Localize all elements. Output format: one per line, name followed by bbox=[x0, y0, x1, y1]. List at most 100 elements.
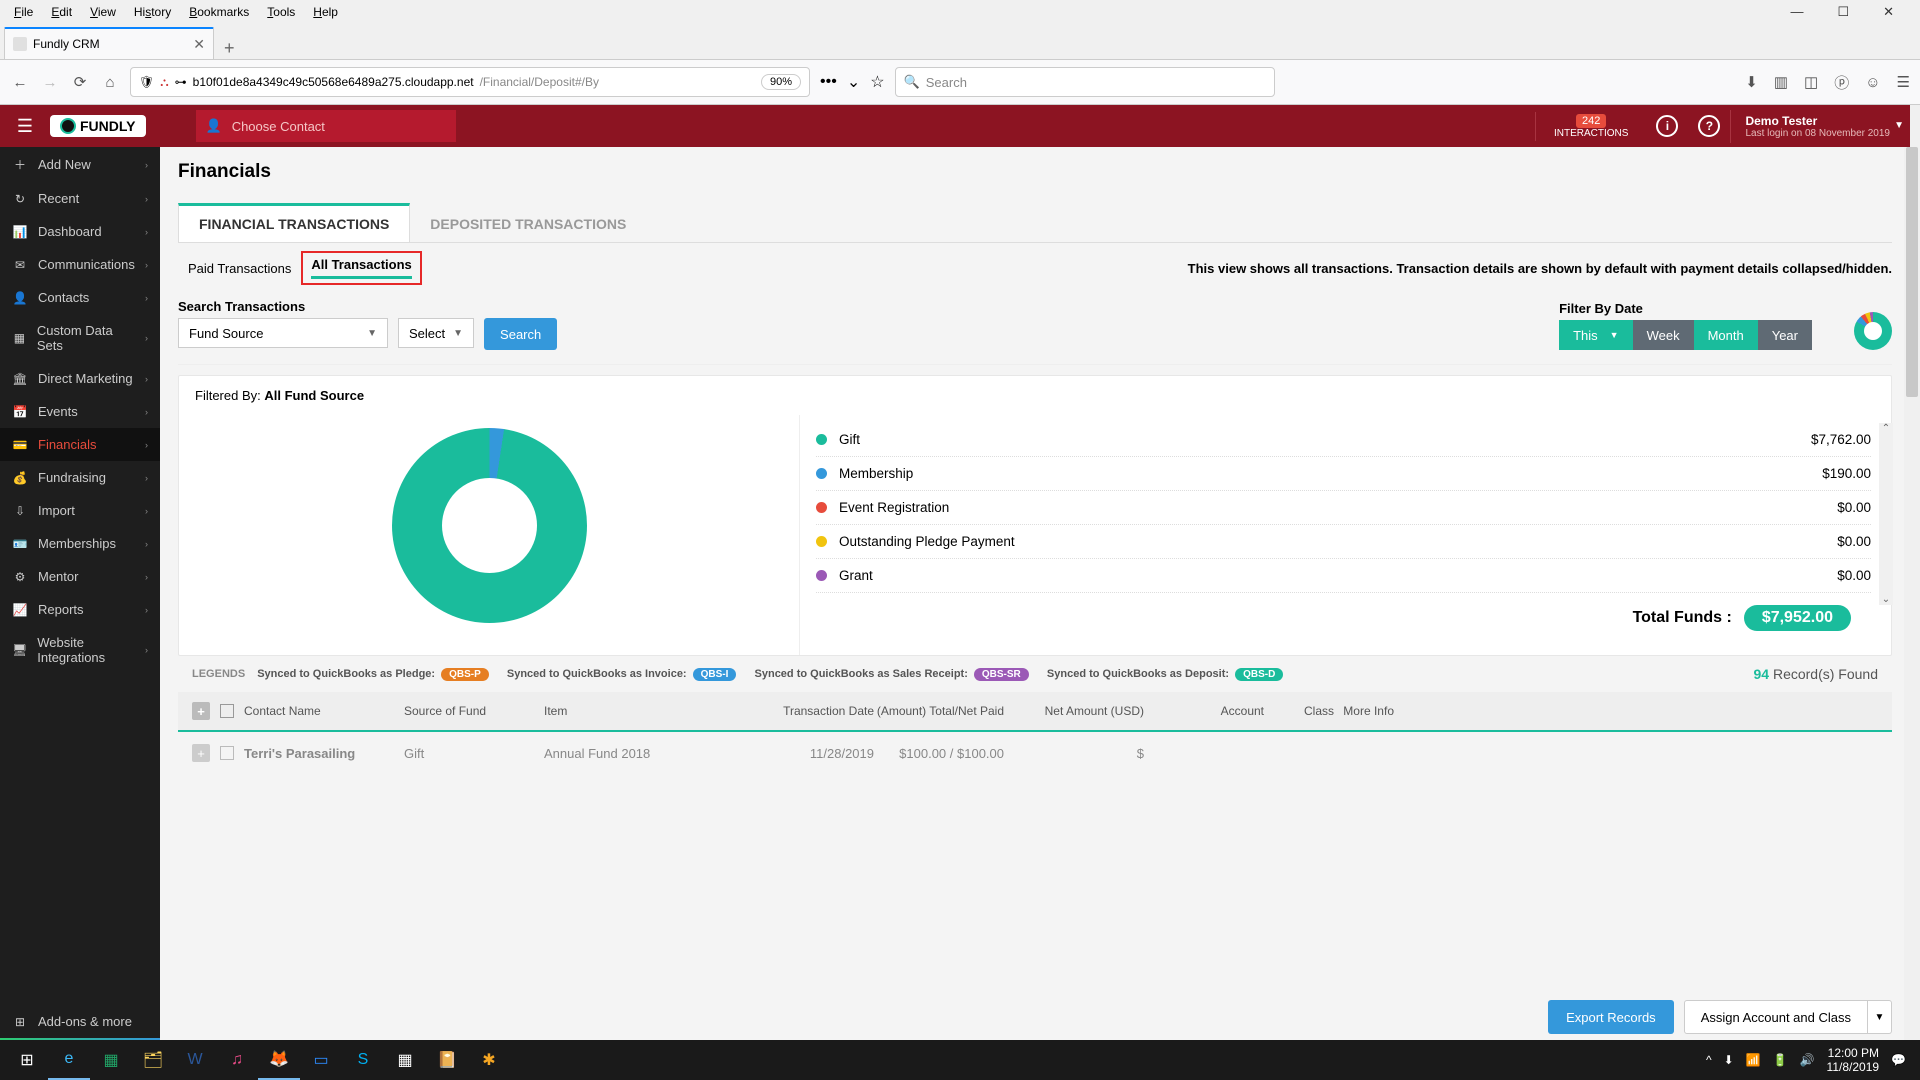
info-button[interactable]: i bbox=[1656, 115, 1678, 137]
col-more[interactable]: More Info bbox=[1334, 704, 1394, 718]
col-acct[interactable]: Account bbox=[1144, 704, 1264, 718]
home-button[interactable]: ⌂ bbox=[100, 74, 120, 91]
tray-wifi-icon[interactable]: 📶 bbox=[1746, 1053, 1761, 1067]
col-source[interactable]: Source of Fund bbox=[404, 704, 544, 718]
tab-close-icon[interactable]: ✕ bbox=[193, 36, 205, 53]
tab-deposited-transactions[interactable]: DEPOSITED TRANSACTIONS bbox=[410, 203, 646, 242]
menu-edit[interactable]: Edit bbox=[43, 3, 80, 21]
legend-row[interactable]: Outstanding Pledge Payment$0.00 bbox=[816, 525, 1871, 559]
new-tab-button[interactable]: + bbox=[214, 38, 245, 59]
sidebar-addons[interactable]: ⊞ Add-ons & more bbox=[0, 1005, 160, 1038]
sidebar-item-add-new[interactable]: ＋Add New› bbox=[0, 147, 160, 182]
page-scrollbar[interactable] bbox=[1904, 147, 1920, 1040]
sidebar-item-reports[interactable]: 📈Reports› bbox=[0, 593, 160, 626]
back-button[interactable]: ← bbox=[10, 74, 30, 91]
sidebar-icon[interactable]: ◫ bbox=[1804, 73, 1818, 91]
sidebar-item-import[interactable]: ⇩Import› bbox=[0, 494, 160, 527]
legend-row[interactable]: Grant$0.00 bbox=[816, 559, 1871, 593]
account-icon[interactable]: ☺ bbox=[1865, 74, 1880, 91]
sidebar-item-financials[interactable]: 💳Financials› bbox=[0, 428, 160, 461]
sidebar-item-memberships[interactable]: 🪪Memberships› bbox=[0, 527, 160, 560]
sidebar-item-dashboard[interactable]: 📊Dashboard› bbox=[0, 215, 160, 248]
legend-scrollbar[interactable]: ⌃⌄ bbox=[1879, 423, 1893, 605]
browser-tab[interactable]: Fundly CRM ✕ bbox=[4, 27, 214, 59]
select-all-checkbox[interactable] bbox=[220, 704, 234, 718]
legend-row[interactable]: Event Registration$0.00 bbox=[816, 491, 1871, 525]
tray-chevron-icon[interactable]: ^ bbox=[1706, 1053, 1712, 1067]
sidebar-item-custom-data-sets[interactable]: ▦Custom Data Sets› bbox=[0, 314, 160, 362]
date-week[interactable]: Week bbox=[1633, 320, 1694, 350]
expand-row-button[interactable]: + bbox=[192, 744, 210, 762]
taskbar-app[interactable]: ✱ bbox=[468, 1040, 510, 1080]
taskbar-calculator[interactable]: ▦ bbox=[384, 1040, 426, 1080]
sidebar-item-contacts[interactable]: 👤Contacts› bbox=[0, 281, 160, 314]
menu-tools[interactable]: Tools bbox=[259, 3, 303, 21]
date-month[interactable]: Month bbox=[1694, 320, 1758, 350]
sidebar-item-communications[interactable]: ✉Communications› bbox=[0, 248, 160, 281]
col-net[interactable]: Net Amount (USD) bbox=[1004, 704, 1144, 718]
col-item[interactable]: Item bbox=[544, 704, 744, 718]
window-close[interactable]: ✕ bbox=[1875, 2, 1902, 22]
downloads-icon[interactable]: ⬇ bbox=[1745, 73, 1758, 91]
start-button[interactable]: ⊞ bbox=[6, 1040, 48, 1080]
donut-chart[interactable] bbox=[392, 428, 587, 623]
mini-donut-chart[interactable] bbox=[1854, 312, 1892, 350]
url-bar[interactable]: 🛡 ⛬ ⊶ b10f01de8a4349c49c50568e6489a275.c… bbox=[130, 67, 810, 97]
taskbar-edge[interactable]: e bbox=[48, 1040, 90, 1080]
tray-dropbox-icon[interactable]: ⬇ bbox=[1724, 1053, 1734, 1067]
taskbar-notes[interactable]: 📔 bbox=[426, 1040, 468, 1080]
col-tdate[interactable]: Transaction Date bbox=[744, 704, 874, 718]
subtab-paid-transactions[interactable]: Paid Transactions bbox=[178, 255, 301, 282]
table-row[interactable]: + Terri's Parasailing Gift Annual Fund 2… bbox=[178, 730, 1892, 774]
help-button[interactable]: ? bbox=[1698, 115, 1720, 137]
export-records-button[interactable]: Export Records bbox=[1548, 1000, 1674, 1034]
app-logo[interactable]: FUNDLY bbox=[50, 115, 146, 137]
menu-help[interactable]: Help bbox=[305, 3, 346, 21]
legend-row[interactable]: Membership$190.00 bbox=[816, 457, 1871, 491]
menu-history[interactable]: History bbox=[126, 3, 179, 21]
tray-volume-icon[interactable]: 🔊 bbox=[1800, 1053, 1815, 1067]
taskbar-excel[interactable]: ▦ bbox=[90, 1040, 132, 1080]
library-icon[interactable]: ▥ bbox=[1774, 73, 1788, 91]
sidebar-item-mentor[interactable]: ⚙Mentor› bbox=[0, 560, 160, 593]
taskbar-zoom[interactable]: ▭ bbox=[300, 1040, 342, 1080]
subtab-all-transactions[interactable]: All Transactions bbox=[301, 251, 421, 285]
col-contact[interactable]: Contact Name bbox=[244, 704, 404, 718]
taskbar-word[interactable]: W bbox=[174, 1040, 216, 1080]
tab-financial-transactions[interactable]: FINANCIAL TRANSACTIONS bbox=[178, 203, 410, 242]
menu-bookmarks[interactable]: Bookmarks bbox=[181, 3, 257, 21]
pinterest-icon[interactable]: ⓟ bbox=[1834, 72, 1849, 93]
forward-button[interactable]: → bbox=[40, 74, 60, 91]
row-checkbox[interactable] bbox=[220, 746, 234, 760]
sidebar-item-fundraising[interactable]: 💰Fundraising› bbox=[0, 461, 160, 494]
legend-row[interactable]: Gift$7,762.00 bbox=[816, 423, 1871, 457]
assign-dropdown-caret[interactable]: ▼ bbox=[1868, 1000, 1892, 1034]
search-button[interactable]: Search bbox=[484, 318, 557, 350]
taskbar-itunes[interactable]: ♫ bbox=[216, 1040, 258, 1080]
zoom-indicator[interactable]: 90% bbox=[761, 74, 801, 90]
bookmark-star-icon[interactable]: ☆ bbox=[870, 72, 884, 92]
sidebar-item-direct-marketing[interactable]: 🏛Direct Marketing› bbox=[0, 362, 160, 395]
menu-file[interactable]: File bbox=[6, 3, 41, 21]
system-clock[interactable]: 12:00 PM 11/8/2019 bbox=[1827, 1046, 1880, 1075]
date-this-dropdown[interactable]: This▼ bbox=[1559, 320, 1632, 350]
taskbar-skype[interactable]: S bbox=[342, 1040, 384, 1080]
interactions-counter[interactable]: 242 INTERACTIONS bbox=[1535, 112, 1646, 141]
app-menu-toggle[interactable]: ☰ bbox=[0, 116, 50, 137]
pocket-icon[interactable]: ⌄ bbox=[847, 72, 860, 92]
taskbar-firefox[interactable]: 🦊 bbox=[258, 1040, 300, 1080]
search-bar[interactable]: 🔍 Search bbox=[895, 67, 1275, 97]
app-menu-icon[interactable]: ☰ bbox=[1897, 73, 1910, 91]
sidebar-item-events[interactable]: 📅Events› bbox=[0, 395, 160, 428]
fund-source-select[interactable]: Fund Source ▼ bbox=[178, 318, 388, 348]
user-menu[interactable]: Demo Tester Last login on 08 November 20… bbox=[1730, 110, 1910, 143]
window-minimize[interactable]: — bbox=[1782, 2, 1811, 22]
connection-icon[interactable]: ⊶ bbox=[175, 75, 187, 89]
reload-button[interactable]: ⟳ bbox=[70, 73, 90, 91]
date-year[interactable]: Year bbox=[1758, 320, 1812, 350]
menu-view[interactable]: View bbox=[82, 3, 124, 21]
sidebar-item-recent[interactable]: ↻Recent› bbox=[0, 182, 160, 215]
col-amt[interactable]: (Amount) Total/Net Paid bbox=[874, 704, 1004, 718]
tracking-icon[interactable]: ⛬ bbox=[160, 75, 168, 90]
choose-contact-input[interactable]: 👤 Choose Contact bbox=[196, 110, 456, 142]
